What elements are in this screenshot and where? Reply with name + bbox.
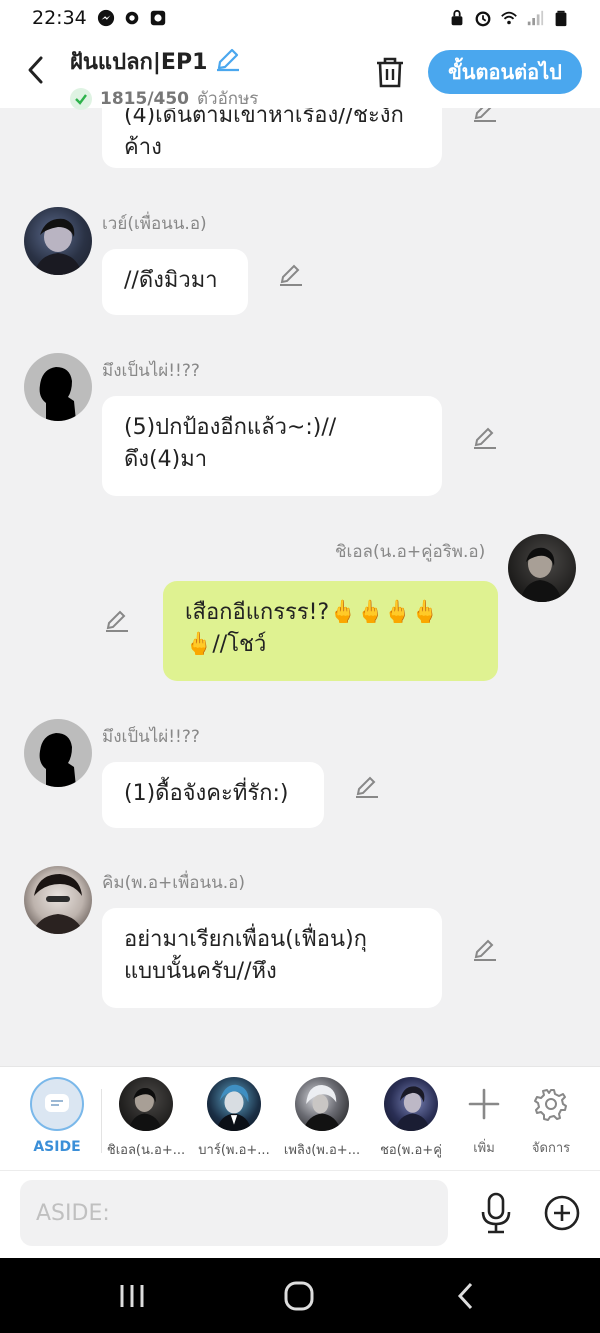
chevron-left-icon: [28, 56, 43, 84]
alarm-icon: [475, 11, 491, 27]
sender-name: มึงเป็นไผ่!!??: [102, 727, 200, 747]
message-text: ค้าง: [124, 135, 162, 160]
avatar: [295, 1077, 349, 1131]
sender-name: เวย์(เพื่อนน.อ): [102, 214, 207, 234]
pencil-icon: [217, 48, 240, 71]
message-bubble[interactable]: (5)ปกป้องอีกแล้ว~:)// ดึง(4)มา: [102, 396, 442, 496]
back-button[interactable]: [20, 50, 52, 90]
manage-label: จัดการ: [531, 1141, 571, 1156]
mic-button[interactable]: [476, 1191, 516, 1235]
plus-icon: [468, 1088, 500, 1120]
message-text: (1)ดื้อจังคะที่รัก:): [124, 781, 289, 806]
gear-icon: [534, 1089, 567, 1121]
system-nav-bar: [0, 1258, 600, 1333]
sender-name: มึงเป็นไผ่!!??: [102, 361, 200, 381]
home-icon: [284, 1281, 314, 1311]
message-bubble[interactable]: (4)เดินตามเขาหาเรื่อง//ชะงัก ค้าง: [102, 108, 442, 168]
edit-message-icon[interactable]: [104, 608, 130, 634]
add-character-button[interactable]: เพิ่ม: [454, 1077, 514, 1158]
message-bubble[interactable]: อย่ามาเรียกเพื่อน(เฟื่อน)กุ แบบนั้นครับ/…: [102, 908, 442, 1008]
avatar[interactable]: [24, 866, 92, 934]
message-text: (5)ปกป้องอีกแล้ว~:)//: [124, 415, 337, 440]
message-text: อย่ามาเรียกเพื่อน(เฟื่อน)กุ: [124, 927, 367, 952]
edit-title-button[interactable]: [215, 46, 241, 78]
message-text: เสือกอีแกรรร!?🖕🖕🖕🖕: [185, 600, 439, 625]
episode-title: ฝันแปลก|EP1: [70, 50, 208, 75]
edit-message-icon[interactable]: [472, 937, 498, 963]
title-block: ฝันแปลก|EP1 1815/450 ตัวอักษร: [70, 44, 258, 112]
recents-icon: [120, 1285, 144, 1307]
character-label: ชิเอล(น.อ+...: [106, 1143, 186, 1158]
avatar[interactable]: [508, 534, 576, 602]
top-header: ฝันแปลก|EP1 1815/450 ตัวอักษร ขั้นตอนต่อ…: [0, 36, 600, 110]
character-label: ASIDE: [33, 1139, 81, 1155]
signal-icon: [527, 10, 544, 26]
avatar[interactable]: [24, 207, 92, 275]
back-nav-button[interactable]: [446, 1278, 486, 1314]
add-circle-icon: [544, 1195, 580, 1231]
character-aside[interactable]: ASIDE: [12, 1077, 102, 1155]
character-item[interactable]: ชอ(พ.อ+คู่: [366, 1077, 456, 1160]
check-icon: [70, 87, 92, 110]
edit-message-icon[interactable]: [278, 262, 304, 288]
lock-icon: [451, 9, 463, 26]
message-bubble[interactable]: (1)ดื้อจังคะที่รัก:): [102, 762, 324, 828]
message-text: (4)เดินตามเขาหาเรื่อง//ชะงัก: [124, 108, 404, 128]
message-input[interactable]: [20, 1180, 448, 1246]
message-text: 🖕//โชว์: [185, 632, 267, 657]
character-selector: ASIDE ชิเอล(น.อ+... บาร์(พ.อ+... เพลิง(พ…: [0, 1066, 600, 1170]
sender-name: ชิเอล(น.อ+คู่อริพ.อ): [335, 542, 486, 562]
manage-button[interactable]: จัดการ: [521, 1077, 581, 1158]
character-label: ชอ(พ.อ+คู่: [380, 1143, 442, 1158]
character-item[interactable]: ชิเอล(น.อ+...: [101, 1077, 191, 1160]
edit-message-icon[interactable]: [472, 425, 498, 451]
char-count: 1815/450: [100, 88, 190, 109]
back-icon: [457, 1282, 473, 1310]
avatar: [119, 1077, 173, 1131]
avatar: [384, 1077, 438, 1131]
message-bubble[interactable]: //ดึงมิวมา: [102, 249, 248, 315]
messenger-icon: [97, 9, 114, 27]
message-text: แบบนั้นครับ//หึง: [124, 959, 277, 984]
avatar[interactable]: [24, 719, 92, 787]
message-text: //ดึงมิวมา: [124, 268, 218, 293]
edit-message-icon[interactable]: [354, 774, 380, 800]
recents-button[interactable]: [112, 1278, 152, 1314]
add-label: เพิ่ม: [473, 1141, 495, 1156]
character-label: บาร์(พ.อ+...: [198, 1143, 270, 1158]
microphone-icon: [481, 1192, 511, 1234]
message-text: ดึง(4)มา: [124, 447, 208, 472]
my-message-bubble[interactable]: เสือกอีแกรรร!?🖕🖕🖕🖕 🖕//โชว์: [163, 581, 498, 681]
character-item[interactable]: เพลิง(พ.อ+...: [277, 1077, 367, 1160]
trash-icon: [377, 57, 403, 88]
status-time: 22:34: [32, 7, 87, 29]
screen-record-icon: [150, 10, 165, 26]
edit-message-icon[interactable]: [472, 108, 498, 124]
chat-bubble-icon: [45, 1094, 69, 1112]
gear-icon: [125, 11, 139, 25]
character-label: เพลิง(พ.อ+...: [283, 1143, 361, 1158]
composer: [0, 1170, 600, 1258]
wifi-icon: [501, 11, 517, 25]
aside-avatar: [30, 1077, 84, 1131]
next-step-button[interactable]: ขั้นตอนต่อไป: [428, 50, 582, 94]
avatar: [207, 1077, 261, 1131]
character-item[interactable]: บาร์(พ.อ+...: [189, 1077, 279, 1160]
sender-name: คิม(พ.อ+เพื่อนน.อ): [102, 873, 245, 893]
chat-area[interactable]: (4)เดินตามเขาหาเรื่อง//ชะงัก ค้าง เวย์(เ…: [0, 108, 600, 1066]
delete-button[interactable]: [372, 54, 408, 90]
avatar[interactable]: [24, 353, 92, 421]
attach-button[interactable]: [542, 1193, 582, 1233]
status-bar: 22:34: [0, 0, 600, 36]
home-button[interactable]: [279, 1278, 319, 1314]
battery-icon: [555, 10, 567, 27]
